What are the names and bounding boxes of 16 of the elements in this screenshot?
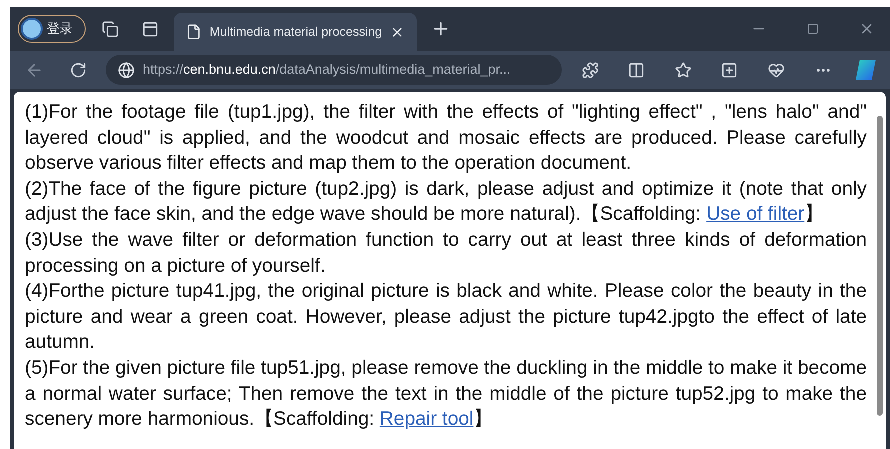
browser-tab[interactable]: Multimedia material processing — [174, 13, 417, 51]
scaffolding-link[interactable]: Repair tool — [380, 408, 474, 430]
page-icon — [186, 24, 202, 40]
scaffolding-link[interactable]: Use of filter — [706, 203, 805, 226]
task-paragraph: (4)Forthe picture tup41.jpg, the original picture is black and white. Please color the beauty in the picture and wear a green coat. However, please adjust the picture tup42.jpgto the effect of late autumn. — [25, 279, 867, 356]
url-text: https://cen.bnu.edu.cn/dataAnalysis/multimedia_material_pr... — [143, 60, 511, 79]
avatar-icon — [21, 18, 43, 40]
tab-title: Multimedia material processing — [210, 24, 382, 41]
task-paragraph: (3)Use the wave filter or deformation function to carry out at least three kinds of deformation processing on a picture of yourself. — [25, 228, 867, 279]
task-paragraph: (1)For the footage file (tup1.jpg), the filter with the effects of "lighting effect" , "lens halo" and" layered cloud" is applied, and the woodcut and mosaic effects are produced. Please carefully observe various filter effects and map them to the operation document. — [25, 100, 867, 176]
scrollbar[interactable] — [877, 116, 883, 416]
globe-icon — [118, 62, 135, 78]
task-paragraph: (2)The face of the figure picture (tup2.jpg) is dark, please adjust and optimize it (note that only adjust the face skin, and the edge wave should be more natural).【Scaffolding: Use of filter】 — [25, 176, 867, 228]
address-bar[interactable]: https://cen.bnu.edu.cn/dataAnalysis/multimedia_material_pr... — [106, 55, 562, 85]
profile-button[interactable]: 登录 — [18, 15, 86, 43]
task-paragraph: (5)For the given picture file tup51.jpg, please remove the duckling in the middle to make it become a normal water surface; Then remove the text in the middle of the picture tup52.jpg to make the scenery more harmonious.【Scaffolding: Repair tool】 — [25, 356, 867, 432]
